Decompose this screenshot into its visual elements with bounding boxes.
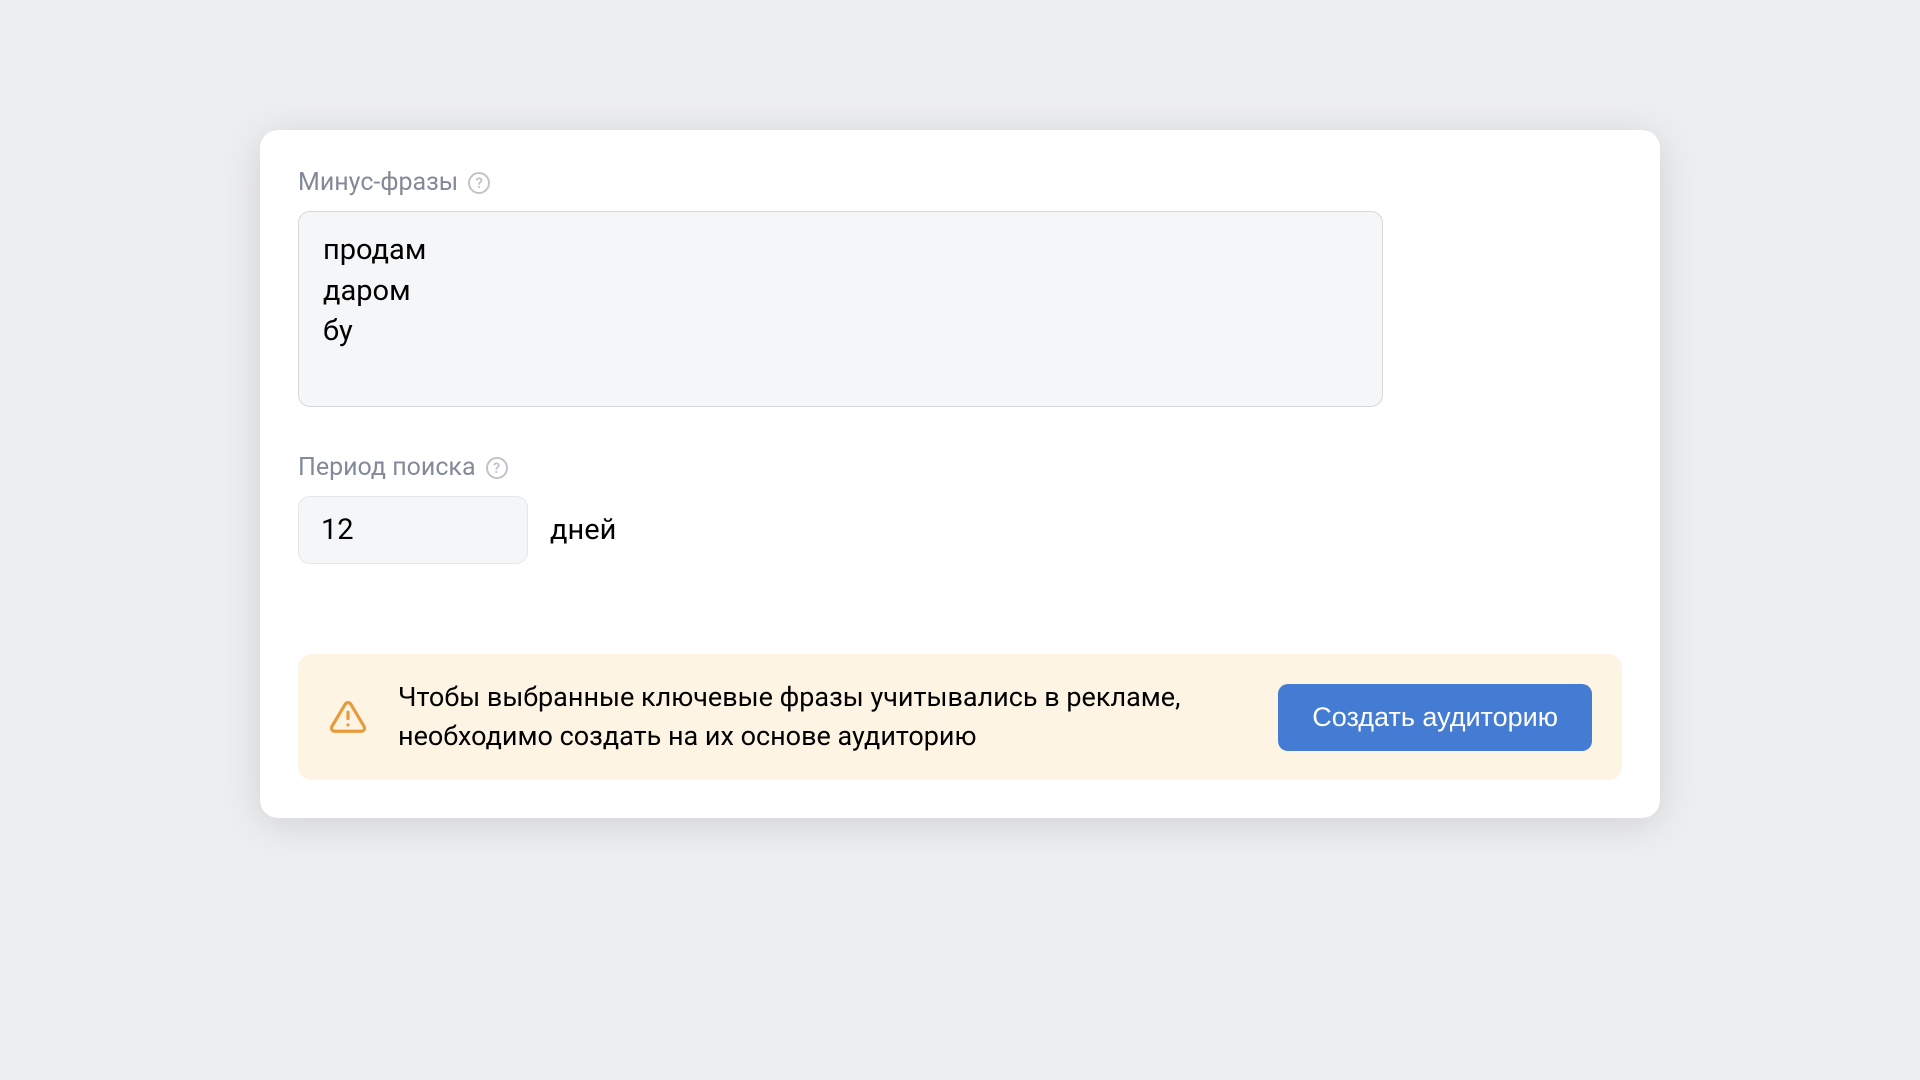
help-icon[interactable]: ? xyxy=(486,457,508,479)
search-period-label: Период поиска xyxy=(298,453,476,482)
search-period-group: Период поиска ? дней xyxy=(298,453,1622,564)
settings-card: Минус-фразы ? Период поиска ? дней Чтобы… xyxy=(260,130,1660,818)
search-period-input[interactable] xyxy=(298,496,528,564)
create-audience-button[interactable]: Создать аудиторию xyxy=(1278,684,1592,751)
negative-phrases-label-row: Минус-фразы ? xyxy=(298,168,1622,197)
negative-phrases-input[interactable] xyxy=(298,211,1383,407)
negative-phrases-label: Минус-фразы xyxy=(298,168,458,197)
search-period-label-row: Период поиска ? xyxy=(298,453,1622,482)
search-period-row: дней xyxy=(298,496,1622,564)
alert-message: Чтобы выбранные ключевые фразы учитывали… xyxy=(398,678,1248,756)
search-period-unit: дней xyxy=(550,513,616,547)
negative-phrases-group: Минус-фразы ? xyxy=(298,168,1622,411)
alert-banner: Чтобы выбранные ключевые фразы учитывали… xyxy=(298,654,1622,780)
help-icon[interactable]: ? xyxy=(468,172,490,194)
warning-icon xyxy=(328,697,368,737)
